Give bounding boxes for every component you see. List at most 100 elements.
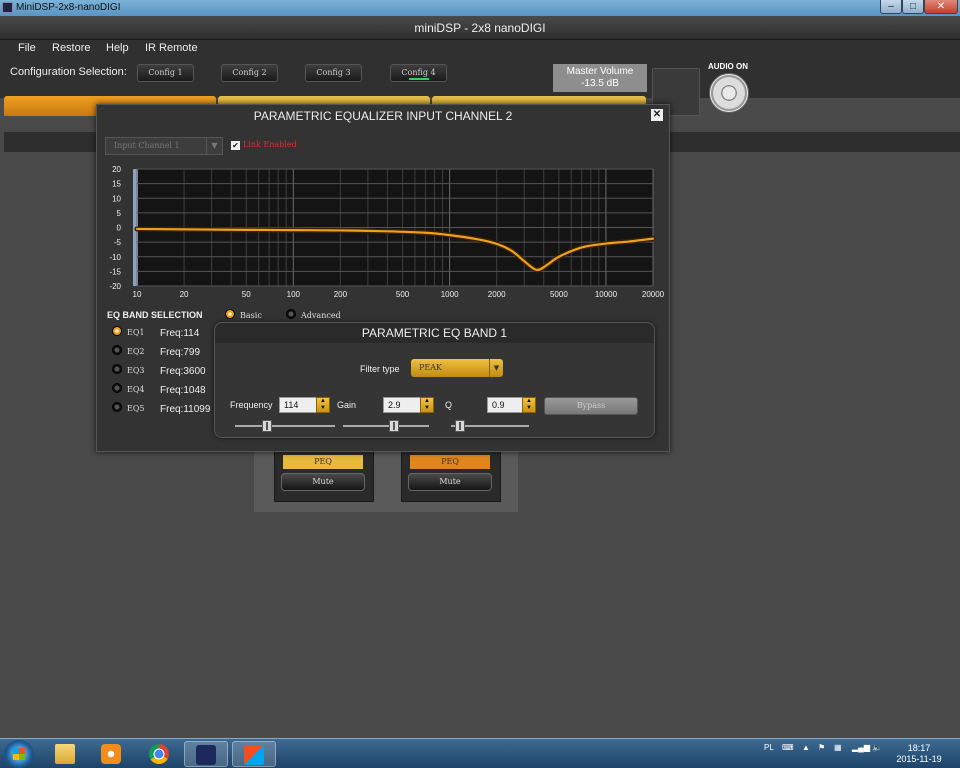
config-1-button[interactable]: Config 1 [137, 64, 194, 82]
mute-button[interactable]: Mute [281, 473, 365, 491]
active-config-indicator [409, 78, 429, 80]
y-tick-label: 0 [117, 224, 122, 233]
window-title: MiniDSP-2x8-nanoDIGI [16, 2, 121, 13]
bypass-button[interactable]: Bypass [544, 397, 638, 415]
eq-band-freq: Freq:1048 [160, 385, 206, 396]
menu-file[interactable]: File [18, 42, 36, 54]
eq-band-dialog: PARAMETRIC EQ BAND 1 Filter type PEAK ▼ … [214, 322, 655, 438]
close-icon[interactable]: ✕ [651, 109, 663, 121]
x-tick-label: 10000 [595, 290, 618, 299]
tray-expand-icon[interactable]: ▲ [802, 743, 810, 752]
mode-basic-radio[interactable] [225, 309, 235, 319]
network-icon[interactable]: ▂▄▆ [852, 743, 870, 752]
config-4-button[interactable]: Config 4 [390, 64, 447, 82]
maximize-button[interactable]: □ [902, 0, 924, 14]
channel-strip-panel: PEQ Mute PEQ Mute [254, 450, 518, 512]
y-tick-label: 20 [112, 165, 121, 174]
channel-select[interactable]: Input Channel 1 ▼ [105, 137, 223, 155]
frequency-stepper[interactable]: ▲ ▼ [316, 397, 330, 413]
eq-band-radio[interactable] [112, 326, 122, 336]
window-titlebar: MiniDSP-2x8-nanoDIGI – □ ✕ [0, 0, 960, 16]
slider-thumb[interactable] [389, 420, 399, 432]
x-tick-label: 10 [133, 290, 142, 299]
slider-thumb[interactable] [262, 420, 272, 432]
app-title: miniDSP - 2x8 nanoDIGI [0, 16, 960, 40]
eq-band-radio[interactable] [112, 402, 122, 412]
eq-band-radio[interactable] [112, 364, 122, 374]
menu-restore[interactable]: Restore [52, 42, 91, 54]
menu-ir-remote[interactable]: IR Remote [145, 42, 198, 54]
frequency-input[interactable]: 114 [279, 397, 317, 413]
gain-input[interactable]: 2.9 [383, 397, 421, 413]
eq-band-radio[interactable] [112, 383, 122, 393]
windows-icon[interactable]: ▦ [834, 743, 842, 752]
app-icon [244, 745, 264, 765]
chevron-down-icon: ▼ [489, 359, 503, 377]
minimize-button[interactable]: – [880, 0, 902, 14]
gain-slider[interactable] [343, 420, 429, 432]
close-window-button[interactable]: ✕ [924, 0, 958, 14]
windows-logo-icon [13, 748, 25, 760]
config-bar: Configuration Selection: Config 1 Config… [0, 58, 960, 116]
link-label: Link Enabled [243, 140, 297, 149]
x-tick-label: 50 [242, 290, 251, 299]
peq-dialog-title: PARAMETRIC EQUALIZER INPUT CHANNEL 2 [253, 109, 513, 123]
config-3-button[interactable]: Config 3 [305, 64, 362, 82]
menu-help[interactable]: Help [106, 42, 129, 54]
slider-thumb[interactable] [455, 420, 465, 432]
mute-button[interactable]: Mute [408, 473, 492, 491]
mode-advanced-radio[interactable] [286, 309, 296, 319]
frequency-slider[interactable] [235, 420, 335, 432]
master-volume-label: Master Volume [566, 66, 634, 77]
language-indicator[interactable]: PL [764, 743, 774, 752]
eq-response-chart: 20151050-5-10-15-2010 20 50 100 200 500 1000 20… [109, 165, 664, 299]
y-tick-label: -5 [114, 238, 122, 247]
q-stepper[interactable]: ▲ ▼ [522, 397, 536, 413]
eq-band-name: EQ5 [127, 404, 145, 413]
q-slider[interactable] [451, 420, 529, 432]
taskbar-media-player[interactable] [90, 741, 134, 767]
eq-band-name: EQ2 [127, 347, 145, 356]
link-checkbox[interactable]: ✔ [231, 141, 240, 150]
clock-date: 2015-11-19 [896, 754, 942, 764]
clock[interactable]: 18:17 2015-11-19 [890, 743, 948, 765]
taskbar: PL ⌨ ▲ ⚑ ▦ ▂▄▆ 🔈 18:17 2015-11-19 [0, 738, 960, 768]
channel-strip-1: PEQ Mute [274, 450, 374, 502]
start-button[interactable] [4, 740, 34, 768]
filter-type-label: Filter type [360, 364, 400, 374]
folder-icon [55, 744, 75, 764]
eq-band-freq: Freq:799 [160, 347, 201, 358]
taskbar-chrome[interactable] [138, 741, 182, 767]
eq-band-name: EQ4 [127, 385, 145, 394]
taskbar-app[interactable] [232, 741, 276, 767]
flag-icon[interactable]: ⚑ [818, 743, 825, 752]
peq-button[interactable]: PEQ [410, 455, 490, 469]
q-input[interactable]: 0.9 [487, 397, 525, 413]
chrome-icon [149, 744, 169, 764]
filter-type-select[interactable]: PEAK ▼ [411, 359, 503, 377]
config-2-button[interactable]: Config 2 [221, 64, 278, 82]
speaker-icon[interactable] [709, 73, 749, 113]
eq-band-freq: Freq:3600 [160, 366, 206, 377]
x-tick-label: 100 [287, 290, 301, 299]
volume-icon[interactable]: 🔈 [872, 743, 882, 752]
keyboard-icon[interactable]: ⌨ [782, 743, 794, 752]
eq-band-radio[interactable] [112, 345, 122, 355]
taskbar-explorer[interactable] [44, 741, 88, 767]
q-label: Q [445, 400, 453, 410]
y-tick-label: 10 [112, 194, 121, 203]
frequency-label: Frequency [230, 400, 273, 410]
y-tick-label: -15 [109, 267, 121, 276]
taskbar-minidsp[interactable] [184, 741, 228, 767]
clock-time: 18:17 [907, 743, 931, 753]
x-tick-label: 200 [334, 290, 348, 299]
y-tick-label: -20 [109, 282, 121, 291]
y-tick-label: 15 [112, 180, 121, 189]
y-tick-label: -10 [109, 253, 121, 262]
peq-button[interactable]: PEQ [283, 455, 363, 469]
channel-strip-2: PEQ Mute [401, 450, 501, 502]
x-tick-label: 1000 [441, 290, 459, 299]
gain-stepper[interactable]: ▲ ▼ [420, 397, 434, 413]
chevron-down-icon: ▼ [206, 138, 222, 154]
menubar: File Restore Help IR Remote [0, 40, 960, 58]
